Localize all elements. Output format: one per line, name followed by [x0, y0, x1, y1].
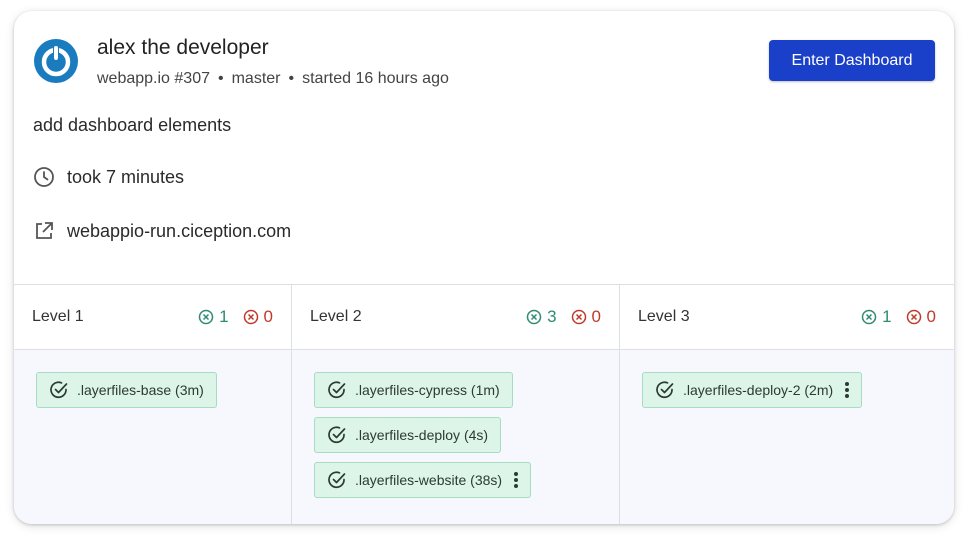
level-counts: 1 0	[861, 307, 936, 327]
level-jobs: .layerfiles-deploy-2 (2m)	[620, 350, 954, 524]
run-meta: webapp.io #307 • master • started 16 hours a…	[97, 70, 449, 88]
kebab-menu-icon[interactable]	[845, 382, 850, 398]
fail-count: 0	[906, 307, 936, 327]
link-row[interactable]: webappio-run.ciception.com	[33, 220, 291, 242]
run-url-link[interactable]: webappio-run.ciception.com	[67, 221, 291, 242]
started-time: started 16 hours ago	[302, 70, 449, 87]
success-count-value: 1	[882, 307, 892, 326]
level-counts: 3 0	[526, 307, 601, 327]
circle-x-icon	[571, 309, 586, 325]
job-chip[interactable]: .layerfiles-base (3m)	[36, 372, 217, 408]
commit-message: add dashboard elements	[33, 115, 232, 135]
level-counts: 1 0	[198, 307, 273, 327]
fail-count: 0	[571, 307, 601, 327]
repo-run-link[interactable]: webapp.io #307	[97, 70, 210, 87]
power-logo-icon	[34, 39, 78, 83]
level-column: Level 2 3 0 .layerfiles-cypress (1m) .la…	[292, 285, 620, 524]
success-count-value: 1	[219, 307, 229, 326]
job-chip[interactable]: .layerfiles-deploy-2 (2m)	[642, 372, 863, 408]
fail-count-value: 0	[591, 307, 601, 326]
duration-text: took 7 minutes	[67, 166, 185, 187]
separator-dot: •	[288, 70, 295, 87]
circle-x-icon	[198, 309, 214, 325]
check-circle-icon	[50, 381, 68, 399]
circle-x-icon	[861, 309, 877, 325]
job-label: .layerfiles-website (38s)	[355, 472, 503, 488]
external-link-icon	[36, 222, 53, 239]
circle-x-icon	[906, 309, 921, 325]
circle-x-icon	[243, 309, 258, 325]
level-jobs: .layerfiles-base (3m)	[14, 350, 291, 524]
success-count: 3	[526, 307, 557, 327]
level-title: Level 1	[32, 308, 84, 325]
success-count-value: 3	[547, 307, 557, 326]
levels-board: Level 1 1 0 .layerfiles-base (3m) Level …	[14, 284, 954, 524]
level-header: Level 1 1 0	[14, 285, 291, 350]
level-column: Level 1 1 0 .layerfiles-base (3m)	[14, 285, 292, 524]
success-count: 1	[198, 307, 229, 327]
level-title: Level 2	[310, 308, 362, 325]
job-chip[interactable]: .layerfiles-deploy (4s)	[314, 417, 502, 453]
separator-dot: •	[217, 70, 224, 87]
run-header: alex the developer webapp.io #307 • master…	[14, 11, 954, 285]
job-label: .layerfiles-cypress (1m)	[355, 382, 500, 398]
branch-name[interactable]: master	[232, 70, 281, 87]
circle-x-icon	[526, 309, 542, 325]
fail-count-value: 0	[926, 307, 936, 326]
job-chip[interactable]: .layerfiles-cypress (1m)	[314, 372, 513, 408]
user-name: alex the developer	[97, 36, 269, 59]
enter-dashboard-button[interactable]: Enter Dashboard	[769, 40, 935, 81]
duration-row: took 7 minutes	[33, 166, 184, 188]
level-header: Level 2 3 0	[292, 285, 619, 350]
success-count: 1	[861, 307, 892, 327]
fail-count-value: 0	[263, 307, 273, 326]
check-circle-icon	[328, 471, 346, 489]
check-circle-icon	[656, 381, 674, 399]
job-chip[interactable]: .layerfiles-website (38s)	[314, 462, 532, 498]
check-circle-icon	[328, 381, 346, 399]
job-label: .layerfiles-deploy (4s)	[355, 427, 489, 443]
clock-icon	[34, 167, 54, 187]
level-column: Level 3 1 0 .layerfiles-deploy-2 (2m)	[620, 285, 954, 524]
kebab-menu-icon[interactable]	[514, 472, 519, 488]
check-circle-icon	[328, 426, 346, 444]
job-label: .layerfiles-deploy-2 (2m)	[683, 382, 834, 398]
fail-count: 0	[243, 307, 273, 327]
level-header: Level 3 1 0	[620, 285, 954, 350]
job-label: .layerfiles-base (3m)	[77, 382, 204, 398]
level-title: Level 3	[638, 308, 690, 325]
level-jobs: .layerfiles-cypress (1m) .layerfiles-dep…	[292, 350, 619, 524]
run-card: alex the developer webapp.io #307 • master…	[14, 11, 954, 524]
